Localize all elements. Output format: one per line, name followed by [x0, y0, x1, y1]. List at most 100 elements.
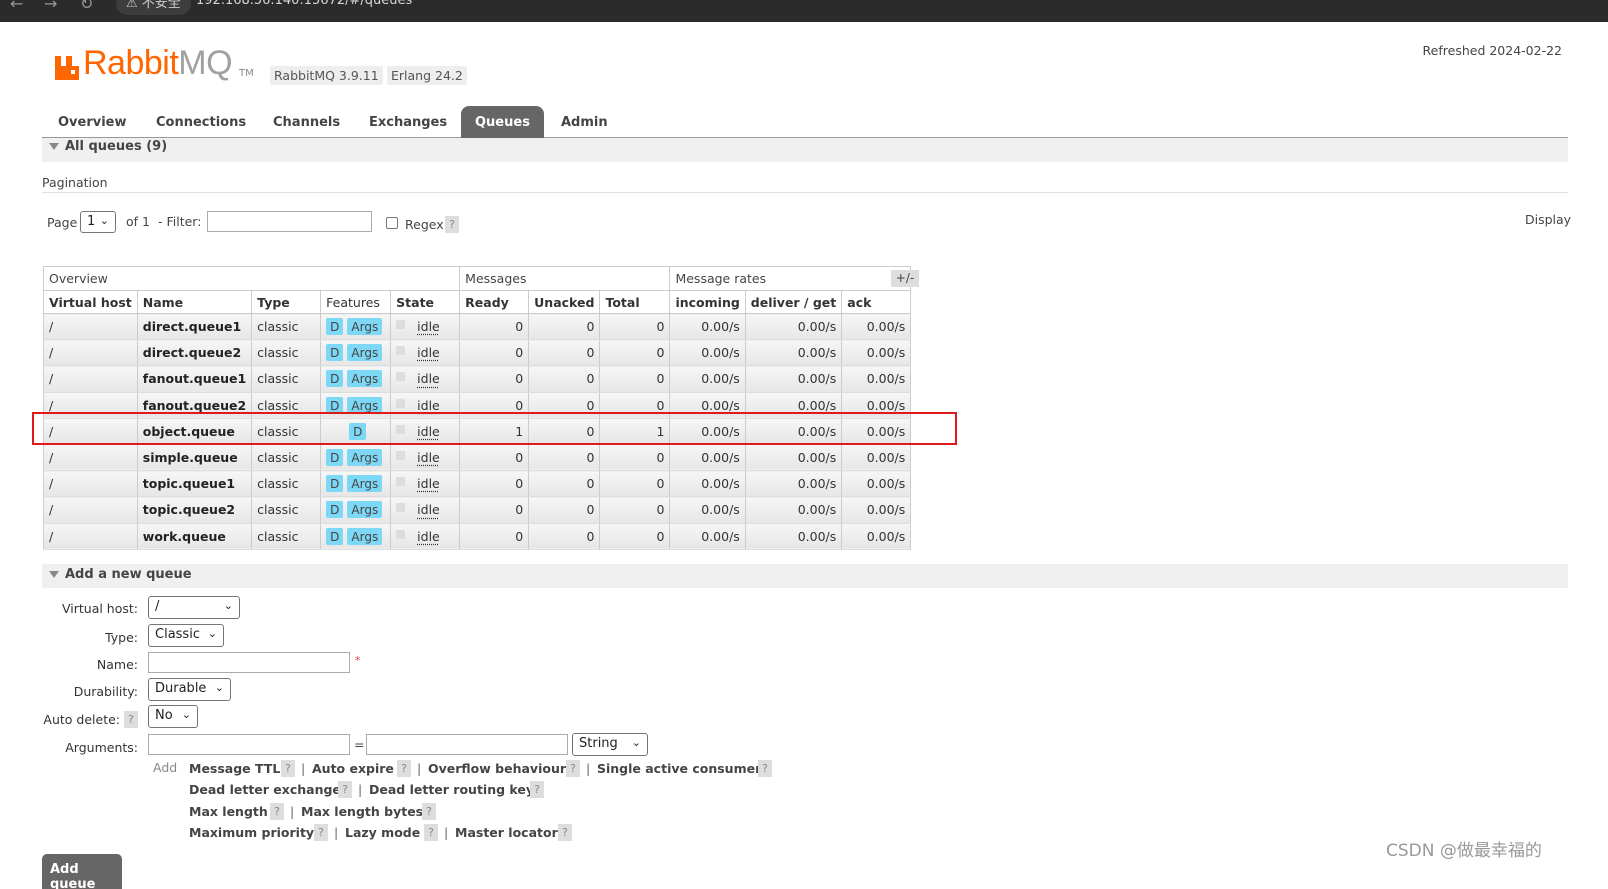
table-row[interactable]: / fanout.queue1 classic D Args idle 0 0 0… — [43, 365, 912, 393]
filter-input[interactable] — [207, 211, 372, 232]
cell-unacked: 0 — [528, 312, 601, 341]
help-icon[interactable]: ? — [281, 760, 295, 777]
type-select[interactable]: Classic ⌄ — [148, 624, 224, 647]
arg-overflow-behaviour[interactable]: Overflow behaviour — [428, 761, 566, 776]
address-bar[interactable]: 192.168.56.140:15672/#/queues — [196, 0, 412, 8]
arg-maximum-priority[interactable]: Maximum priority — [189, 825, 314, 840]
help-icon[interactable]: ? — [397, 760, 411, 777]
arg-lazy-mode[interactable]: Lazy mode — [345, 825, 420, 840]
help-icon[interactable]: ? — [566, 760, 580, 777]
queue-name-link[interactable]: topic.queue2 — [136, 496, 253, 524]
cell-unacked: 0 — [528, 522, 601, 550]
equals-sign: = — [354, 737, 365, 752]
col-total[interactable]: Total — [599, 290, 671, 314]
argument-key-input[interactable] — [148, 734, 350, 755]
queue-name-input[interactable] — [148, 652, 350, 673]
args-badge[interactable]: Args — [347, 527, 383, 545]
separator: | — [290, 804, 295, 819]
col-ack[interactable]: ack — [841, 290, 912, 314]
durable-badge: D — [326, 501, 344, 519]
help-icon[interactable]: ? — [314, 824, 328, 841]
args-badge[interactable]: Args — [347, 501, 383, 519]
args-badge[interactable]: Args — [347, 318, 383, 336]
args-badge[interactable]: Args — [347, 370, 383, 388]
queue-name-link[interactable]: topic.queue1 — [136, 470, 253, 498]
separator: | — [301, 761, 306, 776]
cell-total: 0 — [599, 312, 671, 341]
page-select[interactable]: 1 ⌄ — [80, 211, 116, 233]
queue-name-link[interactable]: work.queue — [136, 522, 253, 550]
col-deliver-get[interactable]: deliver / get — [744, 290, 843, 314]
toggle-columns-button[interactable]: +/- — [891, 270, 919, 287]
table-row[interactable]: / direct.queue1 classic D Args idle 0 0 0… — [43, 312, 912, 341]
table-row[interactable]: / direct.queue2 classic D Args idle 0 0 0… — [43, 339, 912, 367]
tab-connections[interactable]: Connections — [142, 106, 260, 138]
tab-channels[interactable]: Channels — [259, 106, 354, 138]
table-row[interactable]: / topic.queue1 classic D Args idle 0 0 0 … — [43, 470, 912, 498]
help-icon[interactable]: ? — [338, 781, 352, 798]
add-queue-header[interactable]: Add a new queue — [42, 564, 1568, 588]
col-ready[interactable]: Ready — [459, 290, 530, 314]
help-icon[interactable]: ? — [270, 803, 284, 820]
auto-delete-select[interactable]: No ⌄ — [148, 705, 198, 728]
cell-ack: 0.00/s — [841, 522, 912, 550]
args-badge[interactable]: Args — [347, 475, 383, 493]
argument-type-select[interactable]: String ⌄ — [572, 733, 648, 756]
col-unacked[interactable]: Unacked — [528, 290, 601, 314]
regex-help-icon[interactable]: ? — [445, 216, 459, 233]
arg-dead-letter-routing-key[interactable]: Dead letter routing key — [369, 782, 534, 797]
col-name[interactable]: Name — [136, 290, 253, 314]
cell-unacked: 0 — [528, 339, 601, 367]
separator: | — [586, 761, 591, 776]
queue-name-link[interactable]: fanout.queue1 — [136, 365, 253, 393]
help-icon[interactable]: ? — [530, 781, 544, 798]
display-label[interactable]: Display — [1525, 212, 1571, 227]
arg-max-length[interactable]: Max length — [189, 804, 268, 819]
security-indicator[interactable]: ⚠ 不安全 — [116, 0, 191, 15]
queue-name-link[interactable]: direct.queue1 — [136, 312, 253, 341]
arg-dead-letter-exchange[interactable]: Dead letter exchange — [189, 782, 341, 797]
tab-overview[interactable]: Overview — [44, 106, 141, 138]
watermark: CSDN @做最幸福的 — [1386, 841, 1542, 861]
auto-delete-help-icon[interactable]: ? — [124, 711, 138, 728]
help-icon[interactable]: ? — [424, 824, 438, 841]
virtual-host-select[interactable]: / ⌄ — [148, 596, 240, 619]
logo-trademark: TM — [239, 68, 254, 79]
col-type[interactable]: Type — [251, 290, 322, 314]
col-state[interactable]: State — [390, 290, 461, 314]
separator: | — [444, 825, 449, 840]
args-badge[interactable]: Args — [347, 449, 383, 467]
cell-features: D Args — [320, 443, 392, 472]
tab-exchanges[interactable]: Exchanges — [355, 106, 461, 138]
cell-type: classic — [251, 312, 322, 341]
forward-icon[interactable]: → — [44, 0, 57, 13]
col-virtual-host[interactable]: Virtual host — [43, 290, 138, 314]
queue-name-link[interactable]: simple.queue — [136, 443, 253, 472]
regex-checkbox[interactable] — [386, 217, 398, 229]
cell-ready: 0 — [459, 365, 530, 393]
tab-admin[interactable]: Admin — [547, 106, 622, 138]
cell-state: idle — [390, 522, 461, 550]
col-incoming[interactable]: incoming — [669, 290, 746, 314]
help-icon[interactable]: ? — [422, 803, 436, 820]
back-icon[interactable]: ← — [10, 0, 23, 13]
add-queue-button[interactable]: Add queue — [42, 854, 122, 889]
tab-queues[interactable]: Queues — [461, 106, 544, 138]
arg-auto-expire[interactable]: Auto expire — [312, 761, 394, 776]
table-row[interactable]: / topic.queue2 classic D Args idle 0 0 0 … — [43, 496, 912, 524]
separator: | — [334, 825, 339, 840]
durability-select[interactable]: Durable ⌄ — [148, 678, 231, 701]
arg-master-locator[interactable]: Master locator — [455, 825, 558, 840]
all-queues-header[interactable]: All queues (9) — [42, 138, 1568, 162]
help-icon[interactable]: ? — [758, 760, 772, 777]
table-row[interactable]: / work.queue classic D Args idle 0 0 0 0.… — [43, 522, 912, 550]
table-row[interactable]: / simple.queue classic D Args idle 0 0 0 … — [43, 443, 912, 472]
queue-name-link[interactable]: direct.queue2 — [136, 339, 253, 367]
args-badge[interactable]: Args — [347, 344, 383, 362]
help-icon[interactable]: ? — [558, 824, 572, 841]
arg-message-ttl[interactable]: Message TTL — [189, 761, 280, 776]
arg-max-length-bytes[interactable]: Max length bytes — [301, 804, 423, 819]
arg-single-active-consumer[interactable]: Single active consumer — [597, 761, 761, 776]
reload-icon[interactable]: ↻ — [80, 0, 93, 13]
argument-value-input[interactable] — [366, 734, 568, 755]
